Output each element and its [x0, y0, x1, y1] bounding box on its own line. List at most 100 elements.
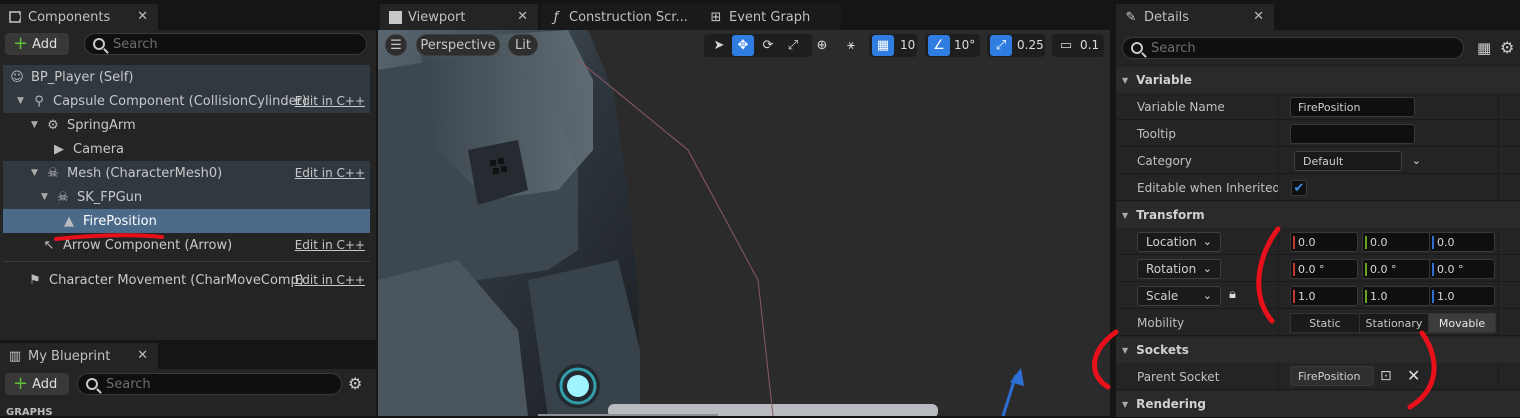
my-blueprint-search-input[interactable]: Search: [77, 373, 342, 395]
tree-item-label: SpringArm: [67, 117, 136, 133]
close-icon[interactable]: ✕: [137, 9, 148, 24]
tab-event-graph[interactable]: ⊞ Event Graph: [701, 4, 841, 30]
details-search-placeholder: Search: [1151, 40, 1196, 56]
tree-item-capsule[interactable]: ▼ ⚲ Capsule Component (CollisionCylinder…: [3, 89, 370, 113]
tree-item-label: Camera: [73, 141, 125, 157]
tree-item-character-movement[interactable]: ⚑ Character Movement (CharMoveComp) Edit…: [3, 268, 370, 292]
tab-details[interactable]: ✎ Details ✕: [1116, 4, 1274, 30]
scale-snap-icon[interactable]: ⤢: [990, 35, 1012, 56]
tree-item-mesh[interactable]: ▼ ☠ Mesh (CharacterMesh0) Edit in C++: [3, 161, 370, 185]
gear-icon[interactable]: ⚙: [348, 374, 362, 393]
grid-snap-icon[interactable]: ▦: [872, 35, 894, 56]
plus-icon: +: [13, 373, 29, 394]
tab-my-blueprint-label: My Blueprint: [28, 348, 111, 364]
editable-label: Editable when Inherited: [1137, 181, 1281, 195]
viewport-icon: [388, 10, 402, 24]
function-icon: ƒ: [553, 9, 559, 25]
tab-components[interactable]: Components ✕: [0, 4, 158, 30]
tab-event-graph-label: Event Graph: [729, 9, 811, 25]
tree-item-label: Character Movement (CharMoveComp): [49, 272, 304, 288]
tab-my-blueprint[interactable]: ▥ My Blueprint ✕: [0, 343, 158, 369]
tree-item-label: Capsule Component (CollisionCylinder): [53, 93, 308, 109]
select-tool-icon[interactable]: ➤: [708, 35, 730, 56]
components-add-label: Add: [32, 36, 58, 52]
annotation-underline: [54, 233, 164, 241]
tab-viewport[interactable]: Viewport ✕: [380, 4, 538, 30]
divider: [1278, 93, 1279, 119]
divider: [1498, 93, 1499, 119]
close-icon[interactable]: ✕: [137, 348, 148, 363]
close-icon[interactable]: ✕: [1253, 9, 1264, 24]
variable-name-field[interactable]: FirePosition: [1290, 97, 1415, 117]
tree-item-bp-player[interactable]: ☺ BP_Player (Self): [3, 65, 370, 89]
movement-icon: ⚑: [29, 272, 41, 288]
close-icon[interactable]: ✕: [517, 9, 528, 24]
editable-checkbox[interactable]: ✔: [1291, 180, 1307, 196]
chevron-down-icon: ⌄: [1411, 154, 1421, 167]
viewport[interactable]: ☰ Perspective Lit ➤ ✥ ⟳ ⤢ ⊕ ⚹ ▦ 10 ∠ 10°…: [378, 30, 1110, 416]
tree-item-label: Mesh (CharacterMesh0): [67, 165, 223, 181]
rotation-snap-value[interactable]: 10°: [954, 38, 975, 52]
video-camera-icon[interactable]: ▭: [1055, 35, 1077, 56]
tab-construction-script[interactable]: ƒ Construction Scr...: [541, 4, 701, 30]
rotation-snap-icon[interactable]: ∠: [928, 35, 950, 56]
divider: [1498, 147, 1499, 173]
section-variable[interactable]: ▼ Variable: [1116, 67, 1520, 93]
surface-snap-icon[interactable]: ⚹: [840, 35, 862, 56]
my-blueprint-add-button[interactable]: + Add: [5, 373, 69, 395]
chevron-down-icon: ▼: [1122, 75, 1129, 85]
components-toolbar: + Add Search: [0, 30, 376, 60]
my-blueprint-toolbar: + Add Search ⚙: [0, 369, 376, 399]
edit-in-cpp-link[interactable]: Edit in C++: [295, 94, 365, 108]
components-search-placeholder: Search: [113, 36, 158, 52]
viewport-scene: [378, 30, 1024, 416]
tree-item-camera[interactable]: ▶ Camera: [3, 137, 370, 161]
gear-icon[interactable]: ⚙: [1500, 38, 1514, 57]
details-search-input[interactable]: Search: [1122, 37, 1464, 59]
scale-snap-value[interactable]: 0.25: [1017, 38, 1044, 52]
tree-item-sk-fpgun[interactable]: ▼ ☠ SK_FPGun: [3, 185, 370, 209]
divider: [1498, 120, 1499, 146]
edit-in-cpp-link[interactable]: Edit in C++: [295, 166, 365, 180]
rotate-tool-icon[interactable]: ⟳: [757, 35, 779, 56]
components-add-button[interactable]: + Add: [5, 33, 69, 55]
socket-icon: ▲: [64, 213, 74, 229]
table-view-icon[interactable]: ▦: [1477, 39, 1491, 57]
tree-item-label: BP_Player (Self): [31, 69, 134, 85]
perspective-button[interactable]: Perspective: [416, 34, 500, 56]
grid-snap-value[interactable]: 10: [900, 38, 915, 52]
scale-tool-icon[interactable]: ⤢: [782, 35, 804, 56]
components-tree: ☺ BP_Player (Self) ▼ ⚲ Capsule Component…: [0, 60, 376, 340]
tree-item-springarm[interactable]: ▼ ⚙ SpringArm: [3, 113, 370, 137]
tab-components-label: Components: [28, 9, 111, 25]
viewport-menu-button[interactable]: ☰: [385, 34, 407, 56]
lit-button[interactable]: Lit: [508, 34, 538, 56]
tooltip-label: Tooltip: [1137, 127, 1176, 141]
section-variable-label: Variable: [1136, 73, 1192, 87]
divider: [1278, 174, 1279, 200]
prop-category: Category Default ⌄: [1116, 147, 1520, 174]
tab-construction-label: Construction Scr...: [569, 9, 688, 25]
chevron-down-icon: ▼: [41, 192, 48, 202]
prop-editable-when-inherited: Editable when Inherited ✔: [1116, 174, 1520, 201]
pencil-icon: ✎: [1125, 9, 1137, 25]
edit-in-cpp-link[interactable]: Edit in C++: [295, 238, 365, 252]
world-local-icon[interactable]: ⊕: [811, 35, 833, 56]
hamburger-icon: ☰: [390, 37, 402, 53]
annotation-brackets: [1092, 226, 1437, 410]
my-blueprint-search-placeholder: Search: [106, 376, 151, 392]
category-dropdown[interactable]: Default ⌄: [1294, 151, 1421, 171]
divider: [1278, 147, 1279, 173]
variable-name-label: Variable Name: [1137, 100, 1225, 114]
tab-viewport-label: Viewport: [408, 9, 466, 25]
tooltip-field[interactable]: [1290, 124, 1415, 144]
book-icon: ▥: [8, 348, 22, 364]
move-tool-icon[interactable]: ✥: [732, 35, 754, 56]
lit-label: Lit: [515, 37, 531, 53]
person-icon: ☺: [10, 69, 24, 85]
components-icon: [8, 10, 22, 24]
edit-in-cpp-link[interactable]: Edit in C++: [295, 273, 365, 287]
components-search-input[interactable]: Search: [84, 33, 367, 55]
springarm-icon: ⚙: [47, 117, 59, 133]
camera-speed-value[interactable]: 0.1: [1080, 38, 1099, 52]
